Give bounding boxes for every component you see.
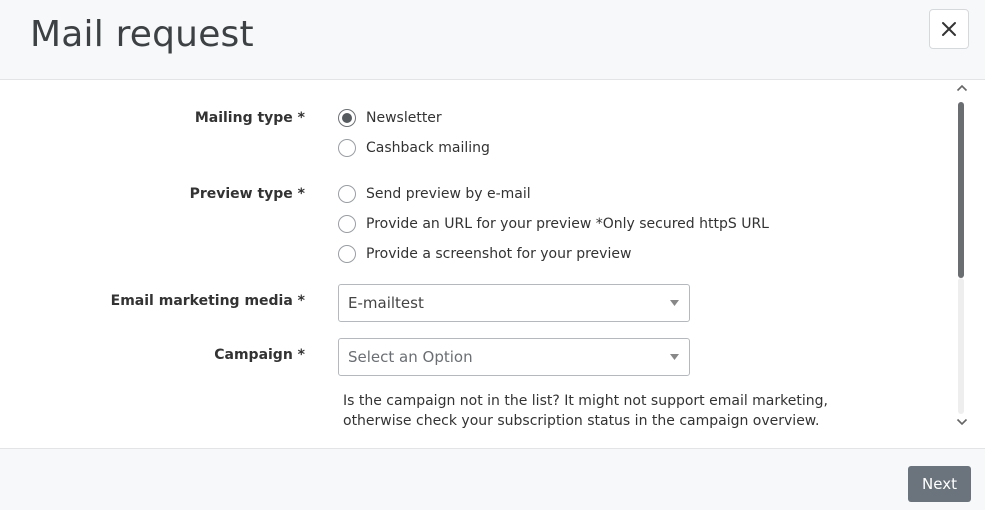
radio-button[interactable]: [338, 215, 356, 233]
radio-button[interactable]: [338, 139, 356, 157]
radio-label: Provide a screenshot for your preview: [366, 246, 632, 262]
dialog-footer: Next: [0, 448, 985, 510]
chevron-down-icon: [670, 354, 679, 360]
radio-button-checked[interactable]: [338, 109, 356, 127]
radio-cashback-mailing[interactable]: Cashback mailing: [338, 138, 490, 158]
radio-label: Send preview by e-mail: [366, 186, 531, 202]
chevron-up-icon[interactable]: [956, 84, 968, 92]
dialog-title: Mail request: [30, 14, 254, 55]
radio-label: Cashback mailing: [366, 140, 490, 156]
radio-label: Provide an URL for your preview *Only se…: [366, 216, 769, 232]
scrollbar-thumb[interactable]: [958, 102, 964, 278]
campaign-select[interactable]: Select an Option: [338, 338, 690, 376]
radio-provide-url[interactable]: Provide an URL for your preview *Only se…: [338, 214, 769, 234]
dialog-body: Mailing type * Newsletter Cashback maili…: [0, 80, 985, 448]
campaign-label: Campaign *: [214, 347, 305, 363]
chevron-down-icon[interactable]: [956, 418, 968, 426]
radio-button[interactable]: [338, 245, 356, 263]
radio-provide-screenshot[interactable]: Provide a screenshot for your preview: [338, 244, 631, 264]
scrollbar-track[interactable]: [958, 278, 964, 414]
close-icon: [942, 22, 956, 36]
next-button[interactable]: Next: [908, 466, 971, 502]
radio-button[interactable]: [338, 185, 356, 203]
radio-label: Newsletter: [366, 110, 442, 126]
email-marketing-media-select[interactable]: E-mailtest: [338, 284, 690, 322]
scrollbar[interactable]: [954, 84, 970, 434]
select-value: E-mailtest: [348, 294, 424, 312]
preview-type-label: Preview type *: [189, 186, 305, 202]
select-placeholder: Select an Option: [348, 348, 473, 366]
email-marketing-media-label: Email marketing media *: [110, 293, 305, 309]
campaign-helper-text: Is the campaign not in the list? It migh…: [343, 393, 828, 429]
dialog-header: Mail request: [0, 0, 985, 80]
close-button[interactable]: [929, 9, 969, 49]
radio-send-preview-email[interactable]: Send preview by e-mail: [338, 184, 531, 204]
mailing-type-label: Mailing type *: [194, 110, 305, 126]
radio-newsletter[interactable]: Newsletter: [338, 108, 442, 128]
chevron-down-icon: [670, 300, 679, 306]
